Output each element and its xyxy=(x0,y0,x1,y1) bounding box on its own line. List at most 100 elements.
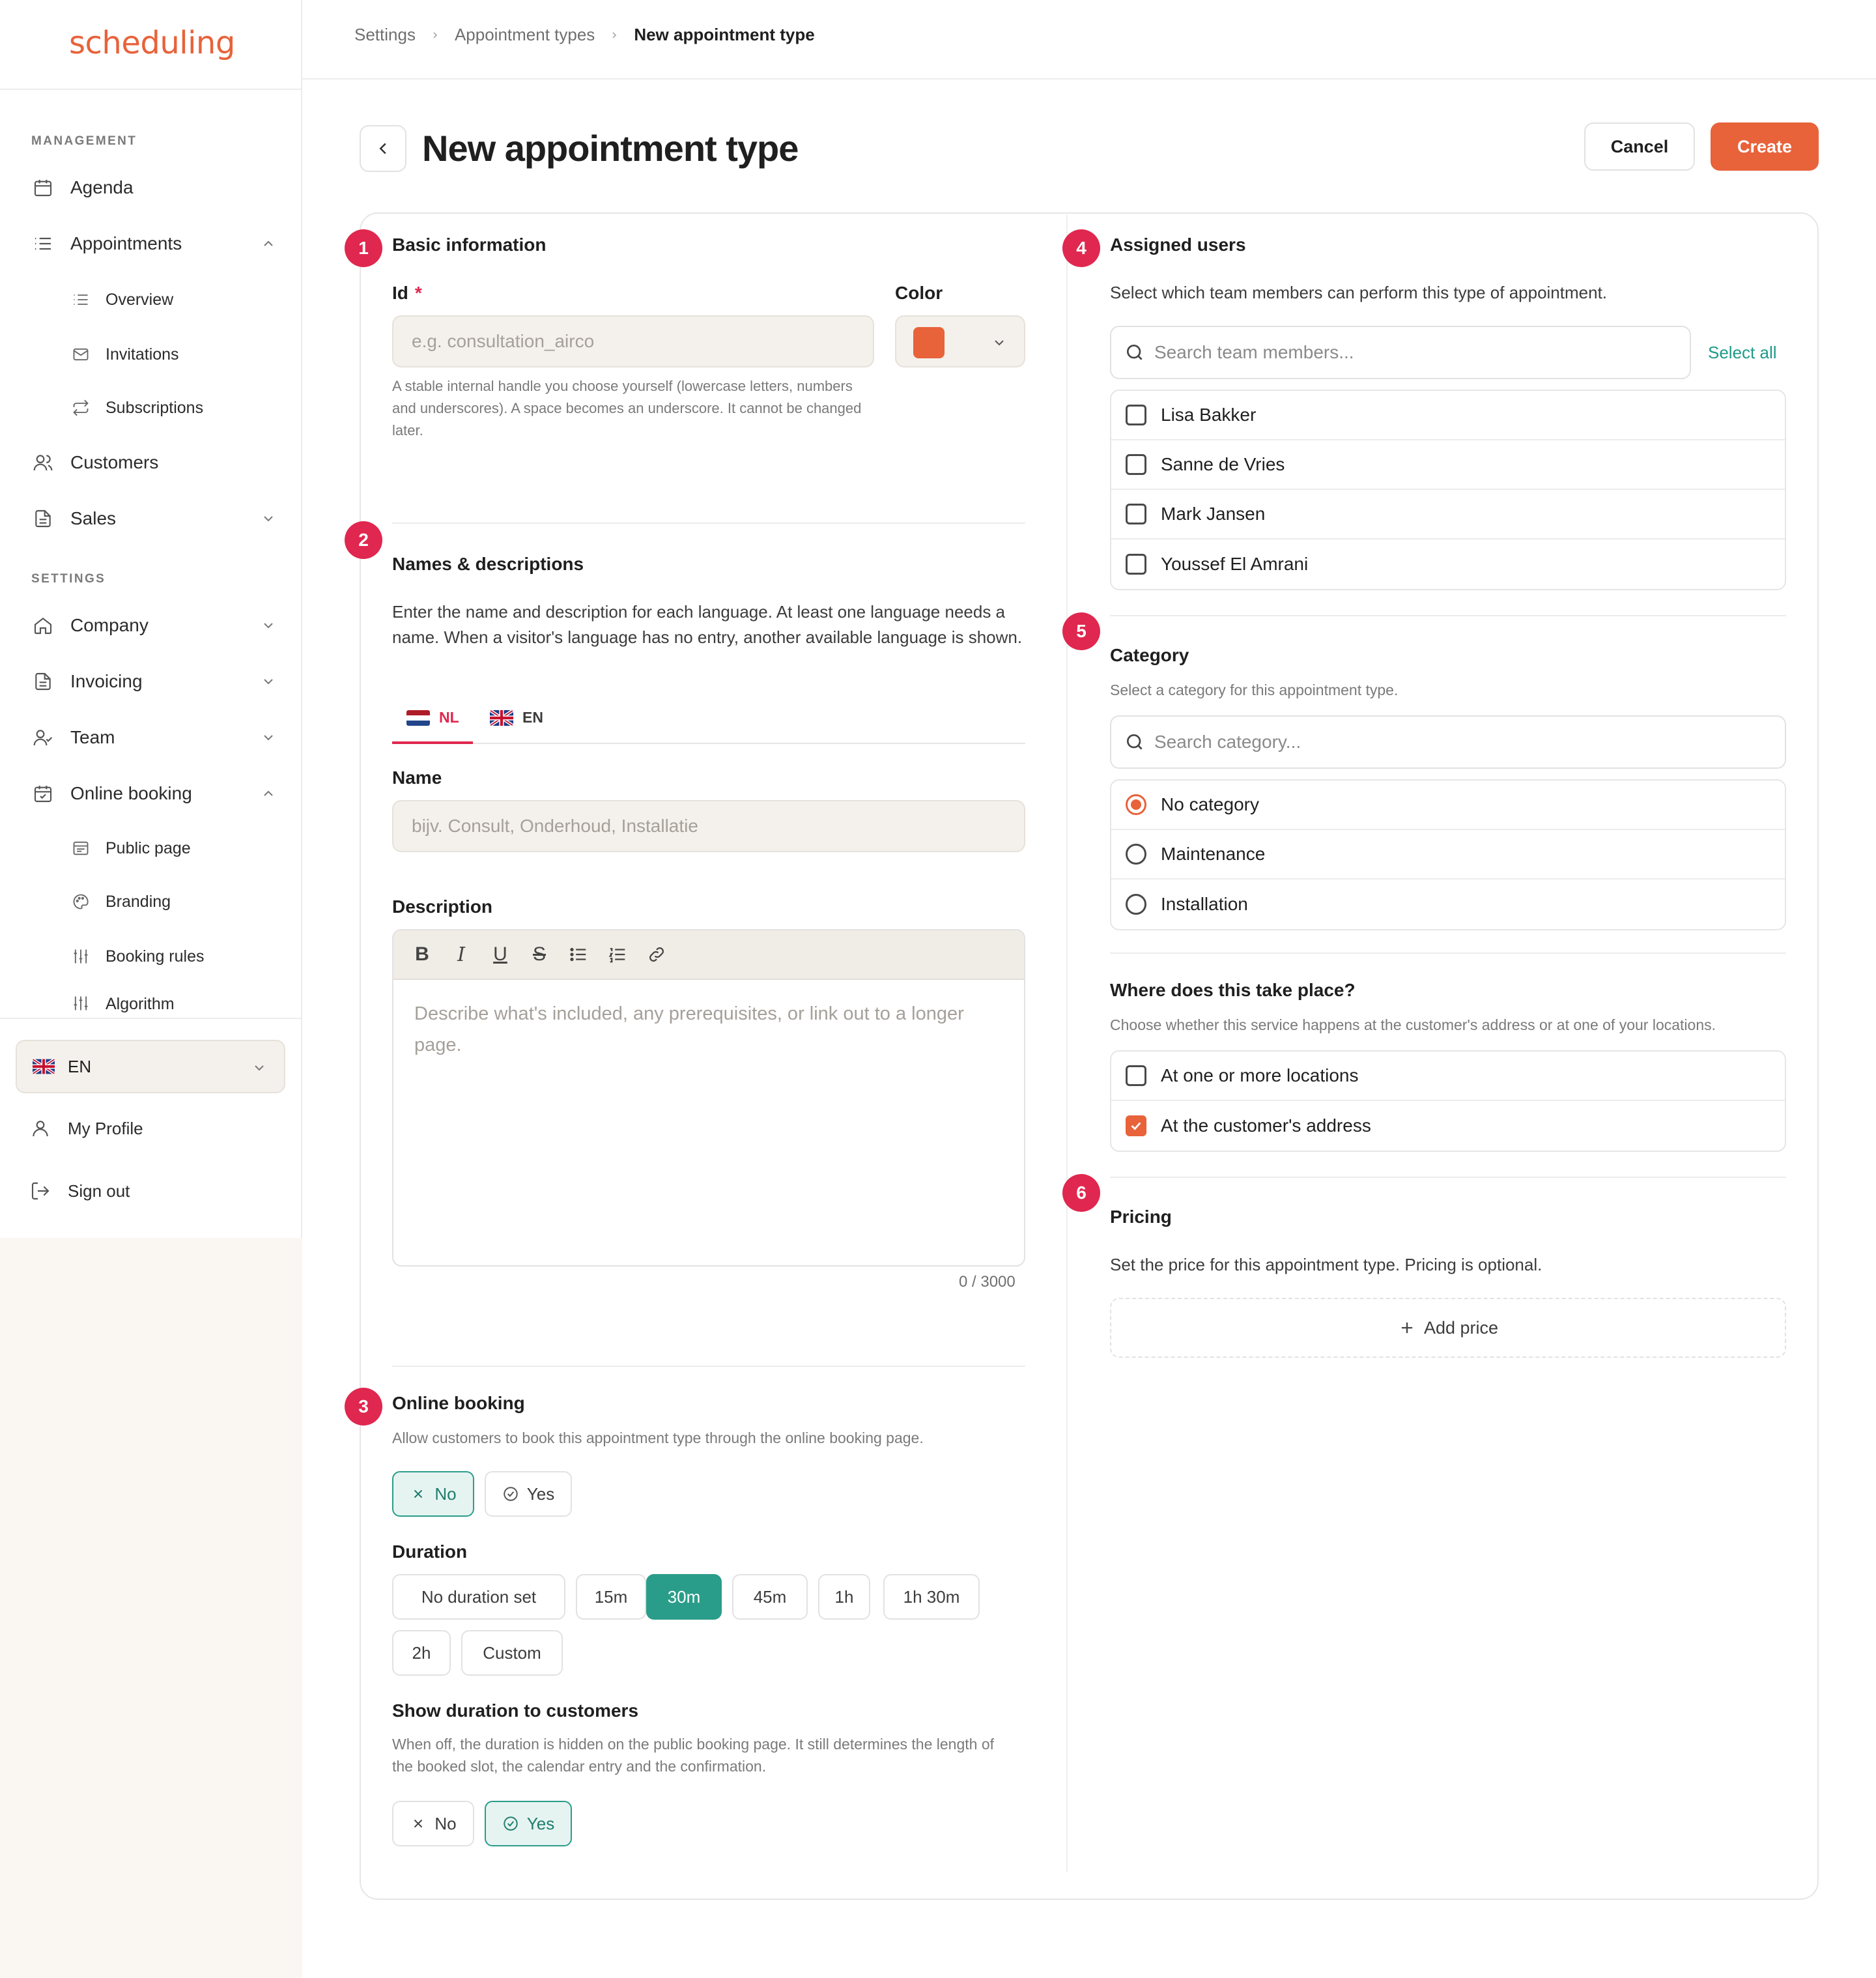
radio-selected[interactable] xyxy=(1126,794,1146,815)
sidebar-item-online-booking[interactable]: Online booking xyxy=(31,774,276,813)
page-title: New appointment type xyxy=(422,128,799,169)
category-option[interactable]: Installation xyxy=(1111,880,1785,929)
duration-option[interactable]: 2h xyxy=(392,1630,451,1676)
tab-en[interactable]: EN xyxy=(490,709,543,726)
team-member-row[interactable]: Youssef El Amrani xyxy=(1111,539,1785,589)
name-input[interactable]: bijv. Consult, Onderhoud, Installatie xyxy=(392,800,1025,852)
italic-icon[interactable]: I xyxy=(447,940,476,969)
my-profile-link[interactable]: My Profile xyxy=(29,1109,274,1148)
sidebar-item-public-page[interactable]: Public page xyxy=(70,831,279,865)
tab-nl[interactable]: NL xyxy=(406,709,459,726)
team-member-name: Lisa Bakker xyxy=(1161,405,1257,425)
editor-toolbar: B I U S xyxy=(393,930,1024,980)
category-option[interactable]: No category xyxy=(1111,781,1785,830)
show-duration-yes[interactable]: Yes xyxy=(485,1801,572,1846)
sidebar-item-sales[interactable]: Sales xyxy=(31,499,276,538)
sliders-icon xyxy=(70,946,91,967)
document-icon xyxy=(31,670,55,693)
description-placeholder[interactable]: Describe what's included, any prerequisi… xyxy=(393,980,1024,1079)
user-icon xyxy=(29,1117,52,1140)
sidebar-item-company[interactable]: Company xyxy=(31,606,276,645)
checkbox[interactable] xyxy=(1126,454,1146,475)
underline-icon[interactable]: U xyxy=(486,940,515,969)
checkbox-checked[interactable] xyxy=(1126,1115,1146,1136)
sidebar-item-team[interactable]: Team xyxy=(31,718,276,757)
id-input[interactable]: e.g. consultation_airco xyxy=(392,315,874,367)
search-team-members-input[interactable]: Search team members... xyxy=(1110,326,1691,379)
sidebar-item-agenda[interactable]: Agenda xyxy=(31,168,276,207)
duration-option[interactable]: 1h xyxy=(818,1574,870,1620)
cancel-button[interactable]: Cancel xyxy=(1584,122,1695,171)
duration-option[interactable]: 1h 30m xyxy=(883,1574,980,1620)
duration-option[interactable]: 15m xyxy=(576,1574,646,1620)
team-member-row[interactable]: Lisa Bakker xyxy=(1111,391,1785,440)
sidebar-item-appointments[interactable]: Appointments xyxy=(31,224,276,263)
location-options: At one or more locations At the customer… xyxy=(1110,1050,1786,1152)
sidebar-item-subscriptions[interactable]: Subscriptions xyxy=(70,391,279,425)
column-divider xyxy=(1066,215,1068,1872)
color-picker[interactable] xyxy=(895,315,1025,367)
sidebar-item-branding[interactable]: Branding xyxy=(70,885,279,919)
search-placeholder: Search team members... xyxy=(1154,342,1354,362)
check-icon xyxy=(1131,1122,1141,1130)
create-button[interactable]: Create xyxy=(1711,122,1819,171)
sidebar: scheduling MANAGEMENT Agenda Appointment… xyxy=(0,0,302,1978)
sidebar-item-invoicing[interactable]: Invoicing xyxy=(31,662,276,701)
step-badge: 2 xyxy=(345,521,382,559)
link-icon[interactable] xyxy=(642,940,671,969)
sign-out-link[interactable]: Sign out xyxy=(29,1171,274,1211)
option-label: No xyxy=(434,1484,457,1504)
plus-icon xyxy=(1401,1322,1413,1334)
calendar-icon xyxy=(31,176,55,199)
category-option-label: Maintenance xyxy=(1161,844,1266,864)
location-option[interactable]: At one or more locations xyxy=(1111,1052,1785,1101)
names-intro-text: Enter the name and description for each … xyxy=(392,602,1023,647)
x-icon xyxy=(410,1815,427,1832)
category-option-label: No category xyxy=(1161,794,1259,814)
team-member-row[interactable]: Mark Jansen xyxy=(1111,490,1785,539)
back-button[interactable] xyxy=(360,125,406,172)
required-mark: * xyxy=(414,283,422,303)
checkbox[interactable] xyxy=(1126,405,1146,425)
sidebar-item-label: Sales xyxy=(70,508,117,528)
duration-option[interactable]: No duration set xyxy=(392,1574,565,1620)
sidebar-item-overview[interactable]: Overview xyxy=(70,283,279,317)
checkbox[interactable] xyxy=(1126,504,1146,524)
bullet-list-icon[interactable] xyxy=(564,940,593,969)
search-category-input[interactable]: Search category... xyxy=(1110,715,1786,769)
name-label: Name xyxy=(392,767,442,788)
radio[interactable] xyxy=(1126,894,1146,915)
duration-option[interactable]: 30m xyxy=(646,1574,722,1620)
app-logo[interactable]: scheduling xyxy=(69,25,235,61)
online-booking-yes[interactable]: Yes xyxy=(485,1471,572,1517)
chevron-up-icon xyxy=(264,790,273,796)
breadcrumb-settings[interactable]: Settings xyxy=(354,25,416,45)
bold-icon[interactable]: B xyxy=(408,940,436,969)
pricing-help: Set the price for this appointment type.… xyxy=(1110,1255,1542,1274)
radio[interactable] xyxy=(1126,844,1146,865)
sidebar-item-algorithm[interactable]: Algorithm xyxy=(70,993,279,1016)
select-all-link[interactable]: Select all xyxy=(1708,343,1777,363)
sidebar-item-invitations[interactable]: Invitations xyxy=(70,337,279,371)
team-member-row[interactable]: Sanne de Vries xyxy=(1111,440,1785,490)
online-booking-help: Allow customers to book this appointment… xyxy=(392,1429,924,1446)
breadcrumb-appointment-types[interactable]: Appointment types xyxy=(455,25,595,45)
duration-option[interactable]: Custom xyxy=(461,1630,563,1676)
add-price-label: Add price xyxy=(1423,1317,1499,1338)
strikethrough-icon[interactable]: S xyxy=(525,940,554,969)
duration-option[interactable]: 45m xyxy=(732,1574,808,1620)
language-select[interactable]: EN xyxy=(16,1040,285,1093)
chevron-down-icon xyxy=(255,1065,264,1071)
add-price-button[interactable]: Add price xyxy=(1110,1298,1786,1358)
category-option[interactable]: Maintenance xyxy=(1111,830,1785,880)
checkbox[interactable] xyxy=(1126,554,1146,575)
sidebar-item-customers[interactable]: Customers xyxy=(31,443,276,482)
location-option[interactable]: At the customer's address xyxy=(1111,1101,1785,1151)
online-booking-no[interactable]: No xyxy=(392,1471,474,1517)
sidebar-item-booking-rules[interactable]: Booking rules xyxy=(70,939,279,973)
numbered-list-icon[interactable] xyxy=(603,940,632,969)
search-placeholder: Search category... xyxy=(1154,732,1301,752)
checkbox[interactable] xyxy=(1126,1065,1146,1086)
show-duration-no[interactable]: No xyxy=(392,1801,474,1846)
palette-icon xyxy=(70,891,91,912)
